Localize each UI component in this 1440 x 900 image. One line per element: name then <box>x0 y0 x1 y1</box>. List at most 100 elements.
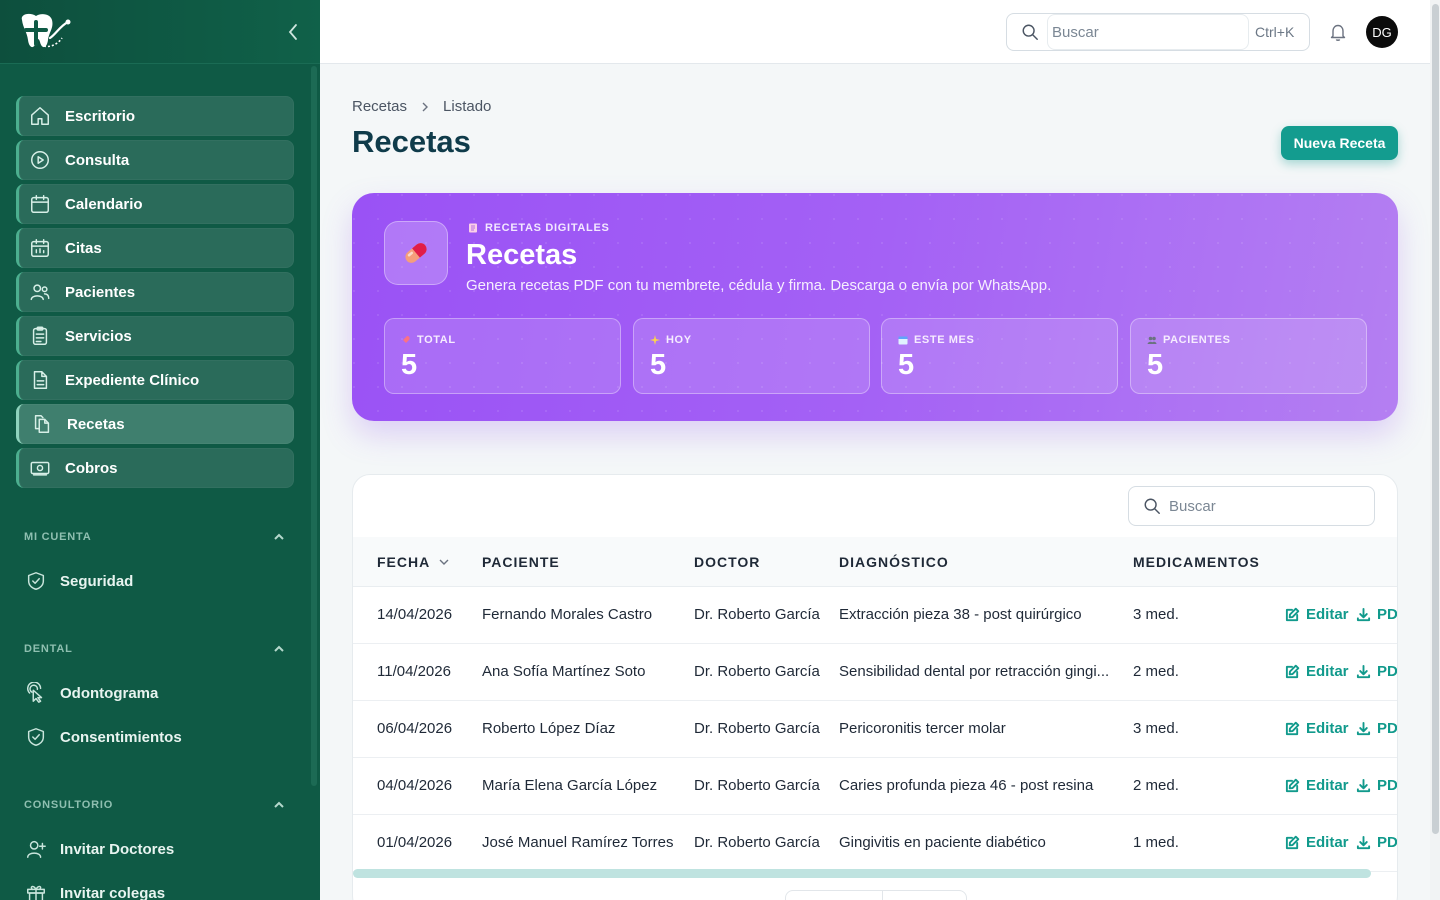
sidebar-item-label: Servicios <box>65 327 132 345</box>
sidebar-item-citas[interactable]: Citas <box>16 228 294 268</box>
chevron-up-icon <box>274 645 284 652</box>
edit-button[interactable]: Editar <box>1285 720 1349 737</box>
sidebar-item-label: Consentimientos <box>60 728 182 746</box>
user-avatar[interactable]: DG <box>1366 16 1398 48</box>
column-label: PACIENTE <box>482 554 560 570</box>
sidebar-item-invitar-colegas[interactable]: Invitar colegas <box>24 881 165 900</box>
sidebar-item-label: Invitar Doctores <box>60 840 175 858</box>
calendar-grid-icon <box>29 237 51 259</box>
sidebar-item-expediente[interactable]: Expediente Clínico <box>16 360 294 400</box>
copy-document-icon <box>31 413 53 435</box>
section-mi-cuenta[interactable]: MI CUENTA <box>24 530 286 544</box>
table-row[interactable]: 01/04/2026 José Manuel Ramírez Torres Dr. … <box>353 815 1398 872</box>
sidebar-item-consentimientos[interactable]: Consentimientos <box>24 725 182 749</box>
global-search[interactable]: Ctrl+K <box>1006 13 1310 51</box>
pdf-label: PDF <box>1377 834 1398 851</box>
cell-doctor: Dr. Roberto García <box>694 834 820 851</box>
edit-button[interactable]: Editar <box>1285 777 1349 794</box>
sidebar-item-recetas[interactable]: Recetas <box>16 404 294 444</box>
sidebar-scrollbar[interactable] <box>311 66 317 786</box>
users-icon <box>29 281 51 303</box>
chevron-right-icon <box>422 102 429 111</box>
sidebar: Escritorio Consulta Calendario Citas Pac… <box>0 0 320 900</box>
chevron-up-icon <box>274 801 284 808</box>
hero-kicker: RECETAS DIGITALES <box>468 222 610 234</box>
stat-value: 5 <box>898 349 915 381</box>
page-scrollbar[interactable] <box>1430 0 1440 900</box>
search-icon <box>1022 24 1038 40</box>
prescriptions-hero: RECETAS DIGITALES Recetas Genera recetas… <box>352 193 1398 421</box>
breadcrumb-root[interactable]: Recetas <box>352 98 407 115</box>
pill-icon <box>384 221 448 285</box>
stat-label-text: PACIENTES <box>1163 334 1231 346</box>
document-icon <box>29 369 51 391</box>
sidebar-item-label: Recetas <box>67 415 125 433</box>
stat-card-este-mes: ESTE MES 5 <box>881 318 1118 394</box>
edit-button[interactable]: Editar <box>1285 834 1349 851</box>
pdf-download-button[interactable]: PDF <box>1356 834 1398 851</box>
table-row[interactable]: 14/04/2026 Fernando Morales Castro Dr. Rob… <box>353 587 1397 644</box>
section-dental[interactable]: DENTAL <box>24 642 286 656</box>
column-medicamentos[interactable]: MEDICAMENTOS <box>1133 554 1260 570</box>
cell-paciente: Fernando Morales Castro <box>482 606 653 623</box>
pdf-download-button[interactable]: PDF <box>1356 663 1397 680</box>
shield-check-icon <box>24 569 48 593</box>
sidebar-item-calendario[interactable]: Calendario <box>16 184 294 224</box>
sidebar-item-consulta[interactable]: Consulta <box>16 140 294 180</box>
sidebar-item-pacientes[interactable]: Pacientes <box>16 272 294 312</box>
table-row[interactable]: 06/04/2026 Roberto López Díaz Dr. Roberto … <box>353 701 1397 758</box>
edit-button[interactable]: Editar <box>1285 663 1349 680</box>
stat-label: ESTE MES <box>898 334 974 346</box>
section-consultorio[interactable]: CONSULTORIO <box>24 798 286 812</box>
sidebar-item-escritorio[interactable]: Escritorio <box>16 96 294 136</box>
cell-fecha: 14/04/2026 <box>377 606 453 623</box>
edit-label: Editar <box>1306 834 1349 851</box>
collapse-sidebar-button[interactable] <box>282 20 304 44</box>
tooth-logo-icon[interactable] <box>16 12 74 52</box>
table-search[interactable] <box>1128 486 1375 526</box>
search-icon <box>1144 498 1160 514</box>
gift-icon <box>24 881 48 900</box>
pagination[interactable] <box>785 890 967 900</box>
pdf-download-button[interactable]: PDF <box>1356 720 1397 737</box>
cell-fecha: 06/04/2026 <box>377 720 453 737</box>
edit-label: Editar <box>1306 777 1349 794</box>
stat-value: 5 <box>650 349 667 381</box>
table-row[interactable]: 04/04/2026 María Elena García López Dr. Ro… <box>353 758 1397 815</box>
pdf-download-button[interactable]: PDF <box>1356 606 1397 623</box>
chevron-left-icon <box>288 24 297 40</box>
column-doctor[interactable]: DOCTOR <box>694 554 760 570</box>
edit-button[interactable]: Editar <box>1285 606 1349 623</box>
page-scrollbar-thumb[interactable] <box>1432 4 1439 834</box>
edit-icon <box>1285 607 1300 622</box>
breadcrumb: Recetas Listado <box>352 98 491 115</box>
sidebar-item-seguridad[interactable]: Seguridad <box>24 569 133 593</box>
sidebar-item-odontograma[interactable]: Odontograma <box>24 681 158 705</box>
calendar-icon <box>29 193 51 215</box>
hero-description: Genera recetas PDF con tu membrete, cédu… <box>466 277 1052 294</box>
sidebar-item-label: Calendario <box>65 195 143 213</box>
section-title: MI CUENTA <box>24 531 92 543</box>
column-paciente[interactable]: PACIENTE <box>482 554 560 570</box>
table-search-input[interactable] <box>1169 489 1369 523</box>
sidebar-item-label: Escritorio <box>65 107 136 125</box>
sidebar-item-label: Citas <box>65 239 102 257</box>
stat-card-hoy: HOY 5 <box>633 318 870 394</box>
sidebar-item-servicios[interactable]: Servicios <box>16 316 294 356</box>
bell-icon[interactable] <box>1328 22 1348 42</box>
column-diagnostico[interactable]: DIAGNÓSTICO <box>839 554 949 570</box>
cell-doctor: Dr. Roberto García <box>694 720 820 737</box>
pdf-download-button[interactable]: PDF <box>1356 777 1397 794</box>
cell-fecha: 01/04/2026 <box>377 834 453 851</box>
table-row[interactable]: 11/04/2026 Ana Sofía Martínez Soto Dr. Rob… <box>353 644 1397 701</box>
download-icon <box>1356 835 1371 850</box>
cell-doctor: Dr. Roberto García <box>694 663 820 680</box>
download-icon <box>1356 778 1371 793</box>
sidebar-item-cobros[interactable]: Cobros <box>16 448 294 488</box>
column-fecha[interactable]: FECHA <box>377 554 450 570</box>
sidebar-header <box>0 0 320 64</box>
new-prescription-button[interactable]: Nueva Receta <box>1281 126 1398 160</box>
global-search-input[interactable] <box>1047 14 1249 50</box>
table-horizontal-scrollbar[interactable] <box>353 869 1371 878</box>
sidebar-item-invitar-doctores[interactable]: Invitar Doctores <box>24 837 174 861</box>
